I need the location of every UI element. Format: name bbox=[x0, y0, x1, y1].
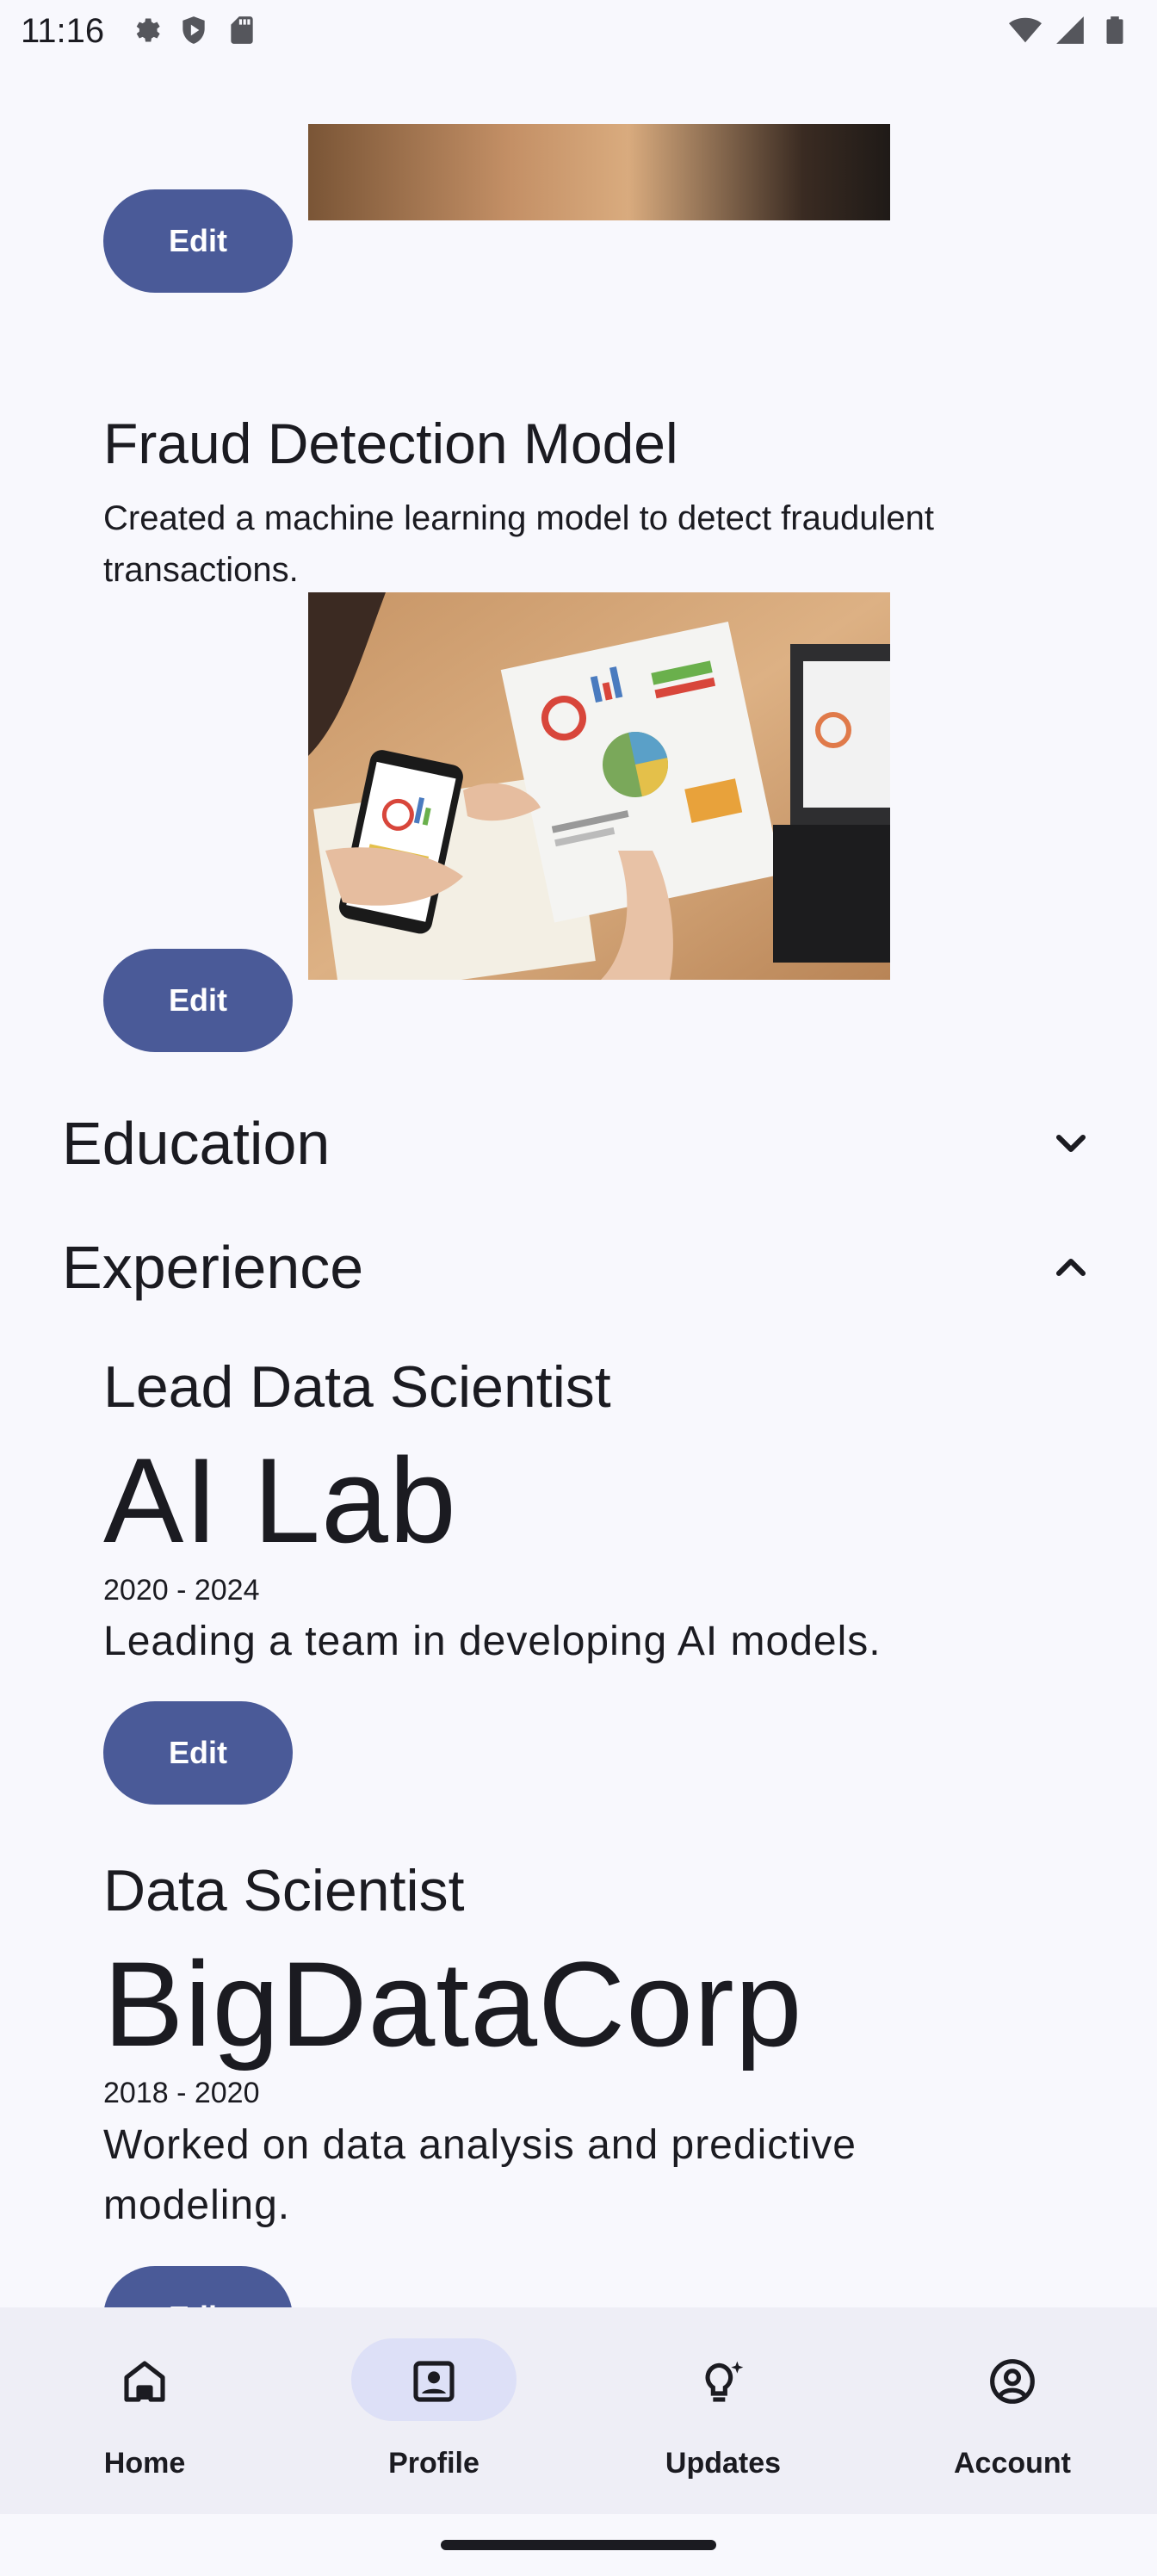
job-description: Worked on data analysis and predictive m… bbox=[103, 2122, 857, 2228]
wifi-icon bbox=[1009, 17, 1042, 43]
edit-button[interactable]: Edit bbox=[103, 1701, 293, 1805]
project-image-top bbox=[308, 124, 890, 220]
status-time: 11:16 bbox=[21, 12, 105, 50]
edit-button[interactable]: Edit bbox=[103, 2266, 293, 2307]
nav-item-home[interactable]: Home bbox=[0, 2307, 289, 2514]
account-circle-icon bbox=[990, 2359, 1035, 2404]
edit-button[interactable]: Edit bbox=[103, 189, 293, 293]
edit-button[interactable]: Edit bbox=[103, 949, 293, 1052]
battery-icon bbox=[1106, 16, 1123, 44]
job-years: 2018 - 2020 bbox=[103, 2077, 260, 2109]
company-name: BigDataCorp bbox=[103, 1936, 803, 2071]
shield-play-icon bbox=[183, 16, 205, 44]
status-bar: 11:16 bbox=[0, 0, 1157, 62]
nav-item-profile[interactable]: Profile bbox=[289, 2307, 578, 2514]
project-image bbox=[308, 592, 890, 980]
signal-icon bbox=[1056, 16, 1084, 44]
project-description: Created a machine learning model to dete… bbox=[103, 499, 935, 589]
status-icons-right bbox=[1009, 14, 1131, 46]
gesture-bar[interactable] bbox=[441, 2540, 716, 2550]
nav-label: Account bbox=[954, 2447, 1071, 2480]
chevron-down-icon[interactable] bbox=[1047, 1119, 1095, 1167]
home-icon bbox=[124, 2361, 165, 2402]
nav-item-account[interactable]: Account bbox=[868, 2307, 1157, 2514]
section-title: Education bbox=[62, 1110, 331, 1177]
project-title: Fraud Detection Model bbox=[103, 412, 678, 475]
chevron-up-icon[interactable] bbox=[1047, 1243, 1095, 1291]
company-name: AI Lab bbox=[103, 1433, 457, 1568]
status-icons-left bbox=[129, 14, 258, 46]
bottom-navigation: Home Profile Updates Account bbox=[0, 2307, 1157, 2514]
education-section-header[interactable]: Education bbox=[62, 1100, 1095, 1186]
nav-item-updates[interactable]: Updates bbox=[578, 2307, 868, 2514]
sd-card-icon bbox=[231, 16, 253, 44]
section-title: Experience bbox=[62, 1234, 364, 1301]
nav-label: Profile bbox=[388, 2447, 480, 2480]
experience-section-header[interactable]: Experience bbox=[62, 1224, 1095, 1310]
job-title: Lead Data Scientist bbox=[103, 1354, 611, 1420]
job-years: 2020 - 2024 bbox=[103, 1574, 260, 1607]
job-description: Leading a team in developing AI models. bbox=[103, 1619, 882, 1664]
gear-icon bbox=[136, 18, 160, 42]
profile-badge-icon bbox=[413, 2361, 455, 2402]
lightbulb-icon bbox=[705, 2361, 744, 2402]
nav-label: Home bbox=[103, 2447, 186, 2480]
nav-label: Updates bbox=[665, 2447, 782, 2480]
profile-content[interactable]: Edit Fraud Detection Model Created a mac… bbox=[0, 62, 1157, 2307]
job-title: Data Scientist bbox=[103, 1858, 465, 1923]
